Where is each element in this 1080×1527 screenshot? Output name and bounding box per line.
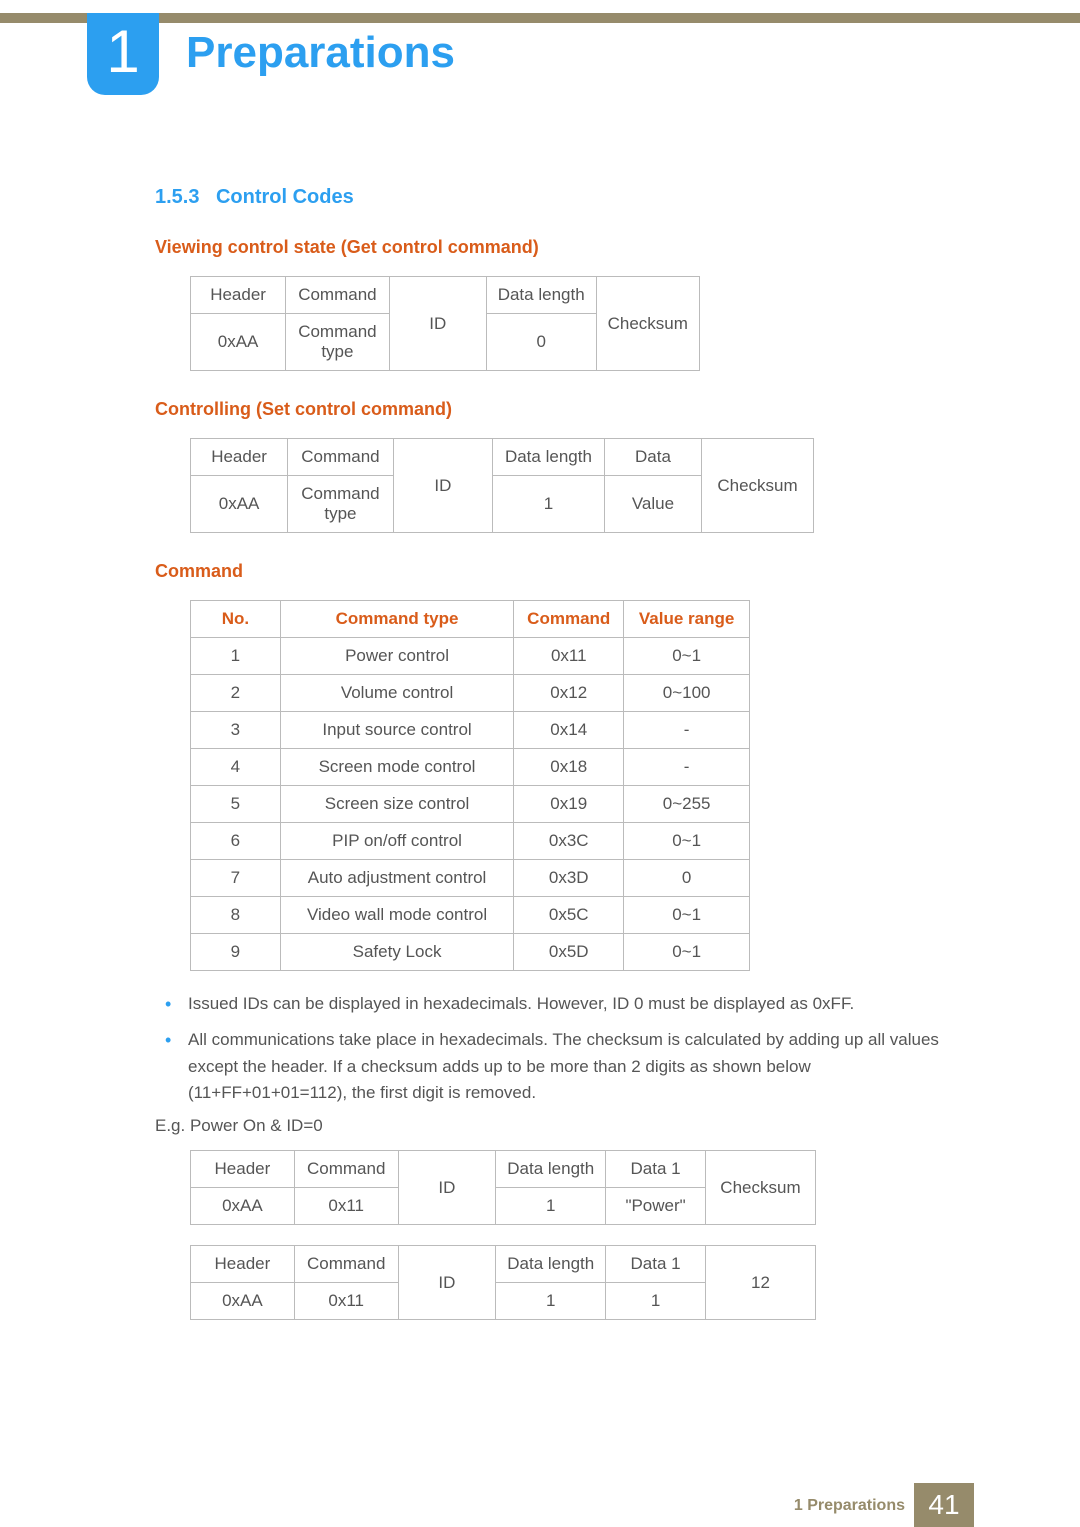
table-cell: Checksum	[702, 439, 814, 533]
table-cell: Command	[286, 277, 389, 314]
table-cell: 0x5C	[514, 897, 624, 934]
table-cell: PIP on/off control	[280, 823, 513, 860]
table-cell: -	[624, 712, 750, 749]
section-title: Control Codes	[216, 186, 354, 208]
table-cell: Screen mode control	[280, 749, 513, 786]
table-cell: Value	[604, 476, 701, 533]
table-cell: 0x14	[514, 712, 624, 749]
table-cell: Volume control	[280, 675, 513, 712]
table-cell: 0~100	[624, 675, 750, 712]
table-cell: 0	[624, 860, 750, 897]
table-cell: Command	[288, 439, 394, 476]
table-cell: Video wall mode control	[280, 897, 513, 934]
table-cell: 1	[492, 476, 604, 533]
subsection-heading: Controlling (Set control command)	[155, 399, 950, 420]
table-cell: 0x11	[294, 1188, 398, 1225]
table-cell: 6	[191, 823, 281, 860]
table-cell: 2	[191, 675, 281, 712]
notes-list: Issued IDs can be displayed in hexadecim…	[155, 991, 950, 1106]
table-cell: Data 1	[606, 1246, 706, 1283]
table-header-cell: Value range	[624, 601, 750, 638]
table-cell: 1	[606, 1283, 706, 1320]
table-cell: Data length	[486, 277, 596, 314]
table-cell: Command type	[286, 314, 389, 371]
chapter-number-badge: 1	[87, 13, 159, 95]
table-cell: Safety Lock	[280, 934, 513, 971]
table-cell: Header	[191, 1151, 295, 1188]
table-header-cell: Command	[514, 601, 624, 638]
table-cell: 0~1	[624, 934, 750, 971]
list-item: All communications take place in hexadec…	[155, 1027, 950, 1106]
table-cell: 0x12	[514, 675, 624, 712]
table-cell: ID	[393, 439, 492, 533]
table-cell: 12	[705, 1246, 815, 1320]
table-cell: Command	[294, 1246, 398, 1283]
table-cell: 0x11	[514, 638, 624, 675]
table-cell: ID	[398, 1246, 496, 1320]
table-cell: Data length	[496, 1151, 606, 1188]
table-cell: Checksum	[705, 1151, 815, 1225]
table-cell: 0~1	[624, 897, 750, 934]
table-cell: "Power"	[606, 1188, 706, 1225]
table-cell: Command	[294, 1151, 398, 1188]
table-cell: 7	[191, 860, 281, 897]
table-cell: 1	[191, 638, 281, 675]
table-header-cell: No.	[191, 601, 281, 638]
table-set-command: Header Command ID Data length Data Check…	[190, 438, 950, 533]
table-example-2: Header Command ID Data length Data 1 12 …	[190, 1245, 950, 1320]
list-item: Issued IDs can be displayed in hexadecim…	[155, 991, 950, 1017]
table-cell: Screen size control	[280, 786, 513, 823]
page-footer: 1 Preparations 41	[0, 1483, 1080, 1527]
table-cell: Command type	[288, 476, 394, 533]
table-cell: ID	[389, 277, 486, 371]
table-cell: 0~1	[624, 823, 750, 860]
table-cell: 0x5D	[514, 934, 624, 971]
table-cell: 3	[191, 712, 281, 749]
table-cell: Checksum	[596, 277, 699, 371]
table-cell: 1	[496, 1188, 606, 1225]
table-cell: 0	[486, 314, 596, 371]
table-cell: -	[624, 749, 750, 786]
page-content: 1.5.3 Control Codes Viewing control stat…	[155, 186, 950, 1320]
table-cell: 5	[191, 786, 281, 823]
table-cell: 0~255	[624, 786, 750, 823]
table-command-list: No. Command type Command Value range 1Po…	[190, 600, 950, 971]
table-cell: 1	[496, 1283, 606, 1320]
table-cell: Data length	[496, 1246, 606, 1283]
table-cell: Power control	[280, 638, 513, 675]
table-cell: 0xAA	[191, 314, 286, 371]
subsection-heading: Command	[155, 561, 950, 582]
table-cell: Header	[191, 1246, 295, 1283]
table-cell: 0xAA	[191, 476, 288, 533]
table-cell: Header	[191, 439, 288, 476]
table-cell: Data length	[492, 439, 604, 476]
table-cell: 0x18	[514, 749, 624, 786]
page-number: 41	[914, 1483, 974, 1527]
table-cell: Input source control	[280, 712, 513, 749]
table-get-command: Header Command ID Data length Checksum 0…	[190, 276, 950, 371]
subsection-heading: Viewing control state (Get control comma…	[155, 237, 950, 258]
table-cell: Auto adjustment control	[280, 860, 513, 897]
table-cell: 8	[191, 897, 281, 934]
table-cell: Data 1	[606, 1151, 706, 1188]
table-header-cell: Command type	[280, 601, 513, 638]
table-cell: 0~1	[624, 638, 750, 675]
footer-section-label: 1 Preparations	[794, 1497, 905, 1515]
table-cell: 0x19	[514, 786, 624, 823]
table-example-1: Header Command ID Data length Data 1 Che…	[190, 1150, 950, 1225]
table-cell: Header	[191, 277, 286, 314]
table-cell: 0x11	[294, 1283, 398, 1320]
table-cell: 0xAA	[191, 1188, 295, 1225]
table-cell: 9	[191, 934, 281, 971]
table-cell: 0x3C	[514, 823, 624, 860]
table-cell: 0x3D	[514, 860, 624, 897]
header-bar	[0, 13, 1080, 23]
table-cell: 0xAA	[191, 1283, 295, 1320]
example-label: E.g. Power On & ID=0	[155, 1116, 950, 1136]
table-cell: Data	[604, 439, 701, 476]
section-number: 1.5.3	[155, 186, 199, 208]
table-cell: ID	[398, 1151, 496, 1225]
chapter-title: Preparations	[186, 28, 455, 78]
table-cell: 4	[191, 749, 281, 786]
